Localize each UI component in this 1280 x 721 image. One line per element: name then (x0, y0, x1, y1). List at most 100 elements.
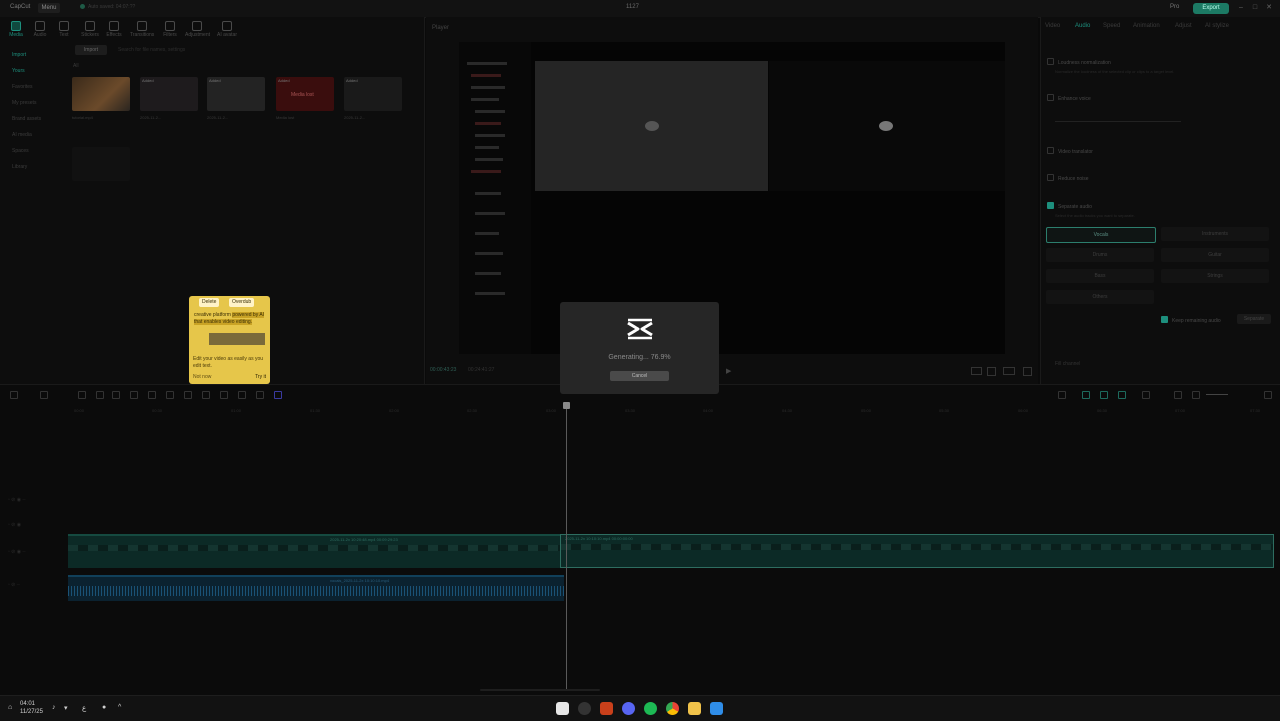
option-drums[interactable]: Drums (1046, 248, 1154, 262)
mirror-icon[interactable] (202, 391, 210, 399)
track-controls[interactable]: ▫ ⊘ ┄ (8, 582, 20, 588)
crop-icon[interactable] (987, 367, 996, 376)
network-icon[interactable]: ⌂ (8, 704, 12, 711)
media-search-input[interactable]: Search for file names, settings (118, 47, 185, 53)
timeline-scrollbar[interactable] (480, 689, 600, 691)
language-icon[interactable]: ع (82, 704, 86, 712)
tab-speed[interactable]: Speed (1103, 23, 1120, 29)
quality-icon[interactable] (1003, 367, 1015, 375)
maximize-icon[interactable]: □ (1250, 3, 1260, 13)
clock[interactable]: 04:01 11/27/25 (20, 700, 43, 716)
separate-button[interactable]: Separate (1237, 314, 1271, 324)
zoom-in-icon[interactable] (1264, 391, 1272, 399)
filter-all[interactable]: All (73, 63, 79, 69)
zoom-fit-icon[interactable] (1174, 391, 1182, 399)
playhead-handle[interactable] (563, 402, 570, 409)
tool-ai-avatar[interactable]: AI avatar (215, 20, 239, 38)
try-it-button[interactable]: Try it (255, 374, 266, 380)
preview-axis-icon[interactable] (1118, 391, 1126, 399)
enhance-voice-toggle[interactable]: Enhance voice (1047, 94, 1091, 102)
tool-media[interactable]: Media (4, 20, 28, 38)
tool-effects[interactable]: Effects (102, 20, 126, 38)
tool-transitions[interactable]: Transitions (130, 20, 154, 38)
media-thumb[interactable]: Added (344, 77, 402, 111)
media-thumb[interactable] (72, 77, 130, 111)
not-now-link[interactable]: Not now (193, 374, 211, 380)
option-guitar[interactable]: Guitar (1161, 248, 1269, 262)
tool-text[interactable]: Text (52, 20, 76, 38)
spotify-icon[interactable] (644, 702, 657, 715)
audio-clip[interactable]: vocals_2025-11-2x 10:10:10.mp4 (68, 575, 564, 601)
option-others[interactable]: Others (1046, 290, 1154, 304)
track-controls[interactable]: ▫ ⊘ ◉ ┄ (8, 549, 26, 555)
freeze-icon[interactable] (166, 391, 174, 399)
sidenav-item-favorites[interactable]: Favorites (4, 79, 62, 95)
separate-audio-toggle[interactable]: Separate audio (1047, 202, 1092, 210)
mic-tray-icon[interactable]: ● (102, 704, 106, 711)
enhance-slider[interactable] (1055, 121, 1181, 122)
overdub-button[interactable]: Overdub (229, 298, 255, 307)
rotate-icon[interactable] (220, 391, 228, 399)
split-icon[interactable] (78, 391, 86, 399)
menu-button[interactable]: Menu (38, 3, 60, 13)
tool-stickers[interactable]: Stickers (78, 20, 102, 38)
brave-icon[interactable] (600, 702, 613, 715)
sidenav-item-spaces[interactable]: Spaces (4, 143, 62, 159)
delete-button[interactable]: Delete (199, 298, 220, 307)
sidenav-item-ai-media[interactable]: AI media (4, 127, 62, 143)
snap-icon[interactable] (1142, 391, 1150, 399)
sidenav-item-library[interactable]: Library (4, 159, 62, 175)
keep-remaining-checkbox[interactable]: Keep remaining audio (1161, 316, 1221, 324)
tool-adjustment[interactable]: Adjustment (185, 20, 210, 38)
zoom-slider[interactable] (1206, 394, 1228, 395)
split-right-icon[interactable] (112, 391, 120, 399)
tray-overflow-icon[interactable]: ^ (118, 704, 121, 711)
player-screen[interactable] (459, 42, 1005, 354)
marker-icon[interactable] (148, 391, 156, 399)
magnet-icon[interactable] (1082, 391, 1090, 399)
battery-icon[interactable]: ▾ (64, 704, 68, 712)
sidenav-item-import[interactable]: Import (4, 47, 62, 63)
play-icon[interactable]: ▶ (726, 367, 731, 375)
media-thumb[interactable]: Added (207, 77, 265, 111)
minimize-icon[interactable]: – (1236, 3, 1246, 13)
close-icon[interactable]: ✕ (1264, 3, 1274, 13)
tab-ai-stylize[interactable]: AI stylize (1205, 23, 1229, 29)
option-strings[interactable]: Strings (1161, 269, 1269, 283)
reverse-icon[interactable] (184, 391, 192, 399)
transcript-icon[interactable] (256, 391, 264, 399)
undo-icon[interactable] (40, 391, 48, 399)
mic-icon[interactable] (1058, 391, 1066, 399)
option-bass[interactable]: Bass (1046, 269, 1154, 283)
capcut-app-icon[interactable] (556, 702, 569, 715)
pro-badge[interactable]: Pro (1170, 4, 1179, 10)
zoom-out-icon[interactable] (1192, 391, 1200, 399)
sidenav-item-yours[interactable]: Yours (4, 63, 62, 79)
tool-filters[interactable]: Filters (158, 20, 182, 38)
crop-tl-icon[interactable] (238, 391, 246, 399)
delete-icon[interactable] (130, 391, 138, 399)
ai-edit-icon[interactable] (274, 391, 282, 399)
link-icon[interactable] (1100, 391, 1108, 399)
import-button[interactable]: Import (75, 45, 107, 55)
track-controls[interactable]: ▫ ⊘ ◉ ┄ (8, 497, 26, 503)
reduce-noise-toggle[interactable]: Reduce noise (1047, 174, 1089, 182)
sidenav-item-brand[interactable]: Brand assets (4, 111, 62, 127)
video-clip-selected[interactable]: 2025-11-2x 10:10:10.mp4 00:00:00:00 (560, 534, 1274, 568)
video-clip[interactable]: 2025-11-2x 10:20:48.mp4 00:09:29:23 (68, 534, 560, 568)
option-vocals[interactable]: Vocals (1046, 227, 1156, 243)
media-thumb-lost[interactable]: Added Media lost (276, 77, 334, 111)
sidenav-item-presets[interactable]: My presets (4, 95, 62, 111)
playhead[interactable] (566, 403, 567, 691)
volume-icon[interactable]: ♪ (52, 704, 56, 711)
tab-audio[interactable]: Audio (1075, 23, 1090, 29)
split-left-icon[interactable] (96, 391, 104, 399)
fullscreen-icon[interactable] (1023, 367, 1032, 376)
app-icon[interactable] (578, 702, 591, 715)
video-translator-toggle[interactable]: Video translator (1047, 147, 1093, 155)
cancel-button[interactable]: Cancel (610, 371, 669, 381)
tab-adjust[interactable]: Adjust (1175, 23, 1192, 29)
loudness-toggle[interactable]: Loudness normalization (1047, 58, 1111, 66)
track-controls[interactable]: ▫ ⊘ ◉ (8, 522, 21, 528)
chrome-icon[interactable] (666, 702, 679, 715)
